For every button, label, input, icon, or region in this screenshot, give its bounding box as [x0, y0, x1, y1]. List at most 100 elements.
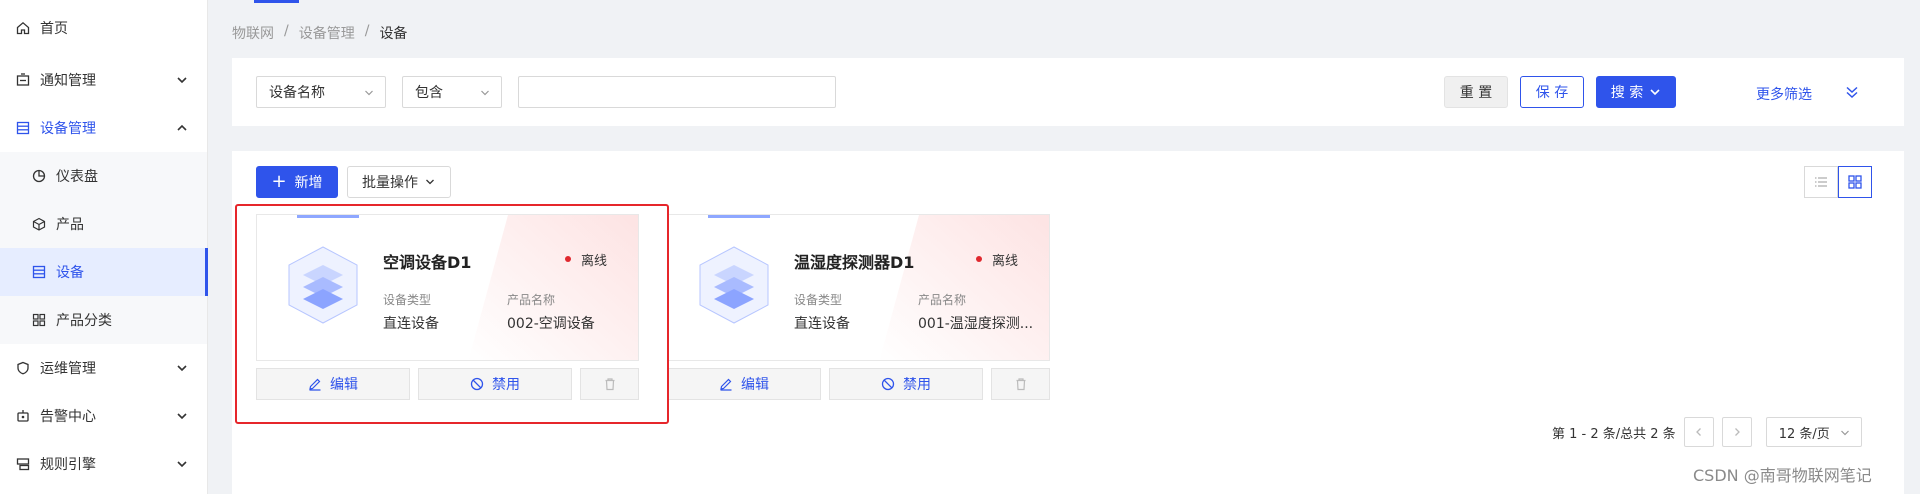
card-view-button[interactable]: [1838, 166, 1872, 198]
sidebar-item-label: 首页: [40, 21, 68, 37]
sidebar-item-label: 规则引擎: [40, 457, 96, 473]
sidebar-item-rule[interactable]: 规则引擎: [0, 440, 207, 488]
annotation-highlight-box: [235, 204, 669, 424]
sidebar-item-label: 仪表盘: [56, 169, 98, 185]
breadcrumb-separator: /: [364, 23, 370, 39]
pagination-summary: 第 1 - 2 条/总共 2 条: [1552, 426, 1676, 442]
sidebar-item-notice[interactable]: 通知管理: [0, 56, 207, 104]
status-dot: [975, 256, 982, 262]
grid-icon: [1848, 175, 1862, 189]
cube-icon: [32, 217, 46, 231]
sidebar-item-label: 产品: [56, 217, 84, 233]
chevron-right-icon: [1734, 428, 1740, 436]
sidebar-item-dashboard[interactable]: 仪表盘: [0, 152, 207, 200]
view-toggle: [1804, 166, 1872, 198]
sidebar: 首页 通知管理 设备管理 仪表盘 产品 设备 产品分类 运维管理 告警中心 规则…: [0, 0, 208, 494]
chevron-down-icon: [177, 413, 187, 420]
chevron-down-icon: [1650, 89, 1660, 96]
ban-icon: [881, 377, 895, 391]
disable-button[interactable]: 禁用: [829, 368, 983, 400]
edit-icon: [720, 378, 732, 391]
edit-label: 编辑: [741, 377, 769, 393]
product-name-label: 产品名称: [918, 293, 967, 307]
watermark: CSDN @南哥物联网笔记: [1693, 466, 1872, 485]
chevron-down-icon: [481, 90, 489, 96]
next-page-button[interactable]: [1721, 417, 1752, 447]
category-icon: [32, 313, 46, 327]
search-button[interactable]: 搜 索: [1596, 76, 1676, 108]
sidebar-item-label: 产品分类: [56, 313, 112, 329]
sidebar-item-device[interactable]: 设备: [0, 248, 208, 296]
chevron-up-icon: [177, 124, 187, 131]
double-chevron-down-icon[interactable]: [1844, 84, 1860, 100]
status-badge: 离线: [945, 245, 1049, 273]
card-top-accent: [708, 215, 770, 218]
delete-button[interactable]: [991, 368, 1050, 400]
breadcrumb-separator: /: [284, 23, 289, 39]
sidebar-item-product[interactable]: 产品: [0, 200, 207, 248]
dashboard-icon: [32, 169, 46, 183]
card-background-decoration: [879, 215, 1049, 360]
filter-panel: 设备名称 包含 重 置 保 存 搜 索 更多筛选: [232, 58, 1904, 126]
breadcrumb-item[interactable]: 物联网: [232, 23, 274, 43]
alarm-icon: [16, 409, 30, 423]
chevron-down-icon: [177, 77, 187, 84]
chevron-down-icon: [426, 179, 434, 185]
list-view-button[interactable]: [1804, 166, 1838, 198]
ops-icon: [16, 361, 30, 375]
device-icon: [32, 265, 46, 279]
add-button[interactable]: + 新增: [256, 166, 338, 198]
trash-icon: [1016, 378, 1025, 391]
device-image: [699, 246, 769, 324]
operator-select[interactable]: 包含: [402, 76, 502, 108]
chevron-left-icon: [1695, 428, 1701, 436]
operator-select-value: 包含: [415, 85, 443, 101]
device-type-value: 直连设备: [794, 316, 850, 332]
status-text: 离线: [991, 253, 1018, 269]
sidebar-item-category[interactable]: 产品分类: [0, 296, 207, 344]
device-manage-icon: [16, 121, 30, 135]
device-name: 温湿度探测器D1: [794, 253, 915, 272]
rule-icon: [16, 457, 30, 471]
page-size-value: 12 条/页: [1778, 426, 1830, 442]
chevron-down-icon: [177, 365, 187, 372]
device-card[interactable]: 温湿度探测器D1 离线 设备类型 产品名称 直连设备 001-温湿度探测...: [667, 214, 1050, 361]
sidebar-item-ops[interactable]: 运维管理: [0, 344, 207, 392]
sidebar-item-device-manage[interactable]: 设备管理: [0, 104, 207, 152]
active-tab-indicator: [254, 0, 299, 3]
add-button-label: 新增: [294, 175, 323, 191]
sidebar-item-label: 设备: [56, 265, 84, 281]
field-select-value: 设备名称: [269, 85, 325, 101]
prev-page-button[interactable]: [1683, 417, 1714, 447]
save-button[interactable]: 保 存: [1520, 76, 1584, 108]
edit-button[interactable]: 编辑: [667, 368, 821, 400]
breadcrumb: 物联网 / 设备管理 / 设备: [232, 23, 407, 43]
breadcrumb-item[interactable]: 设备管理: [299, 23, 355, 43]
chevron-down-icon: [1840, 430, 1849, 436]
device-submenu: 仪表盘 产品 设备 产品分类: [0, 152, 208, 344]
filter-value-input[interactable]: [518, 76, 836, 108]
sidebar-item-home[interactable]: 首页: [0, 0, 207, 56]
chevron-down-icon: [365, 90, 373, 96]
sidebar-item-alarm[interactable]: 告警中心: [0, 392, 207, 440]
sidebar-item-label: 告警中心: [40, 409, 96, 425]
disable-label: 禁用: [903, 377, 931, 393]
product-name-value: 001-温湿度探测...: [918, 316, 1034, 332]
batch-operation-button[interactable]: 批量操作: [347, 166, 451, 198]
page-size-select[interactable]: 12 条/页: [1765, 417, 1862, 447]
sidebar-item-label: 设备管理: [40, 121, 96, 137]
chevron-down-icon: [177, 461, 187, 468]
search-button-label: 搜 索: [1610, 85, 1644, 101]
batch-button-label: 批量操作: [362, 175, 418, 191]
notice-icon: [16, 73, 30, 87]
device-type-label: 设备类型: [794, 293, 843, 307]
more-filters-link[interactable]: 更多筛选: [1756, 84, 1812, 104]
breadcrumb-current: 设备: [379, 26, 408, 42]
sidebar-item-label: 通知管理: [40, 73, 96, 89]
field-select[interactable]: 设备名称: [256, 76, 386, 108]
list-icon: [1815, 177, 1827, 187]
home-icon: [16, 21, 30, 35]
plus-icon: +: [271, 171, 287, 192]
sidebar-item-label: 运维管理: [40, 361, 96, 377]
reset-button[interactable]: 重 置: [1444, 76, 1508, 108]
